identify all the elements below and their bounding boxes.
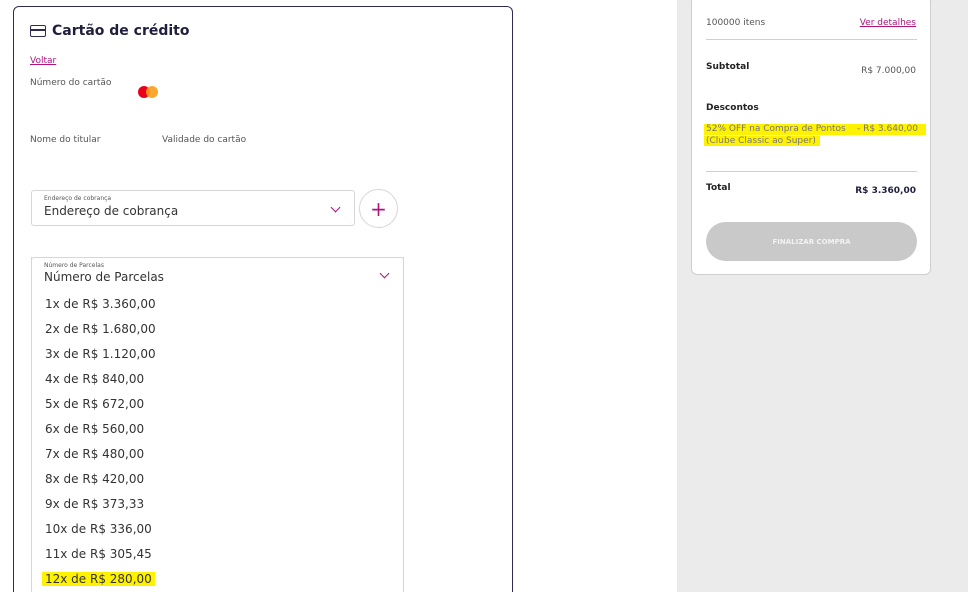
subtotal-value: R$ 7.000,00 <box>861 66 916 76</box>
divider <box>706 39 917 40</box>
add-address-button[interactable]: + <box>359 189 398 228</box>
card-number-label: Número do cartão <box>30 78 112 88</box>
installment-option-7[interactable]: 7x de R$ 480,00 <box>42 447 147 461</box>
finalize-purchase-button[interactable]: FINALIZAR COMPRA <box>706 222 917 261</box>
discount-value: - R$ 3.640,00 <box>856 124 918 134</box>
order-summary: 100000 itens Ver detalhes Subtotal R$ 7.… <box>691 0 931 275</box>
installment-option-10[interactable]: 10x de R$ 336,00 <box>42 522 155 536</box>
discount-line-1: 52% OFF na Compra de Pontos - R$ 3.640,0… <box>704 124 926 135</box>
subtotal-label: Subtotal <box>706 62 750 72</box>
total-value: R$ 3.360,00 <box>855 186 916 196</box>
installment-option-1[interactable]: 1x de R$ 3.360,00 <box>42 297 159 311</box>
installment-option-5[interactable]: 5x de R$ 672,00 <box>42 397 147 411</box>
billing-address-select[interactable]: Endereço de cobrança Endereço de cobranç… <box>31 190 355 226</box>
details-link[interactable]: Ver detalhes <box>860 18 916 28</box>
installment-option-6[interactable]: 6x de R$ 560,00 <box>42 422 147 436</box>
installment-option-11[interactable]: 11x de R$ 305,45 <box>42 547 155 561</box>
payment-card: Cartão de crédito Voltar Número do cartã… <box>13 6 513 592</box>
installment-option-2[interactable]: 2x de R$ 1.680,00 <box>42 322 159 336</box>
items-count: 100000 itens <box>706 18 766 28</box>
discount-line-2: (Clube Classic ao Super) <box>704 136 820 146</box>
discount-description: 52% OFF na Compra de Pontos <box>706 124 846 134</box>
mastercard-icon <box>138 85 160 99</box>
credit-card-icon <box>30 25 46 37</box>
expiry-label: Validade do cartão <box>162 135 247 145</box>
back-link[interactable]: Voltar <box>30 56 56 66</box>
installment-option-8[interactable]: 8x de R$ 420,00 <box>42 472 147 486</box>
installment-option-12[interactable]: 12x de R$ 280,00 <box>42 572 155 586</box>
billing-address-value: Endereço de cobrança <box>44 204 179 218</box>
installment-option-4[interactable]: 4x de R$ 840,00 <box>42 372 147 386</box>
discounts-label: Descontos <box>706 103 759 113</box>
billing-address-small-label: Endereço de cobrança <box>44 195 112 202</box>
installment-option-3[interactable]: 3x de R$ 1.120,00 <box>42 347 159 361</box>
holder-name-label: Nome do titular <box>30 135 101 145</box>
total-label: Total <box>706 183 731 193</box>
divider <box>706 171 917 172</box>
payment-title: Cartão de crédito <box>30 23 189 39</box>
chevron-down-icon <box>330 202 341 213</box>
installments-dropdown-list: 1x de R$ 3.360,00 2x de R$ 1.680,00 3x d… <box>31 257 404 592</box>
installment-option-9[interactable]: 9x de R$ 373,33 <box>42 497 147 511</box>
payment-title-text: Cartão de crédito <box>52 23 190 39</box>
